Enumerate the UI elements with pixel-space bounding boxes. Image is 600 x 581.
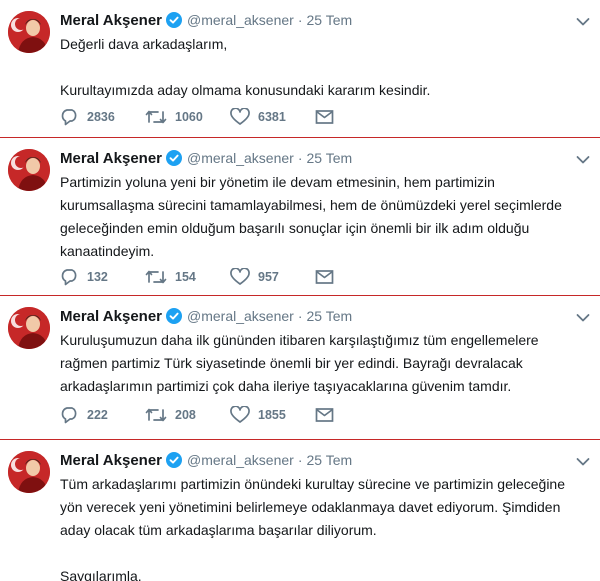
- tweet[interactable]: Meral Akşener @meral_aksener · 25 Tem Ku…: [0, 296, 600, 440]
- tweet-paragraph: kurumsallaşma sürecini tamamlayabilmesi,…: [60, 197, 562, 213]
- avatar[interactable]: [8, 451, 50, 493]
- tweet-text: Tüm arkadaşlarımı partimizin önündeki ku…: [60, 473, 590, 581]
- tweet-header: Meral Akşener @meral_aksener · 25 Tem: [60, 306, 352, 326]
- separator-dot: ·: [297, 150, 303, 166]
- tweet-paragraph: yön verecek yeni yönetimini belirlemeye …: [60, 499, 561, 515]
- tweet-actions: 222 208 1855: [60, 406, 342, 424]
- tweet-text: Değerli dava arkadaşlarım, Kurultayımızd…: [60, 33, 590, 102]
- tweet-header: Meral Akşener @meral_aksener · 25 Tem: [60, 10, 352, 30]
- reply-button[interactable]: 2836: [60, 108, 145, 126]
- retweet-count: 154: [175, 270, 196, 284]
- heart-icon: [230, 268, 250, 285]
- user-name[interactable]: Meral Akşener: [60, 452, 162, 469]
- direct-message-button[interactable]: [315, 269, 342, 285]
- like-button[interactable]: 957: [230, 268, 315, 286]
- tweet[interactable]: Meral Akşener @meral_aksener · 25 Tem Pa…: [0, 138, 600, 296]
- envelope-icon: [315, 270, 334, 284]
- avatar[interactable]: [8, 11, 50, 53]
- retweet-count: 1060: [175, 110, 203, 124]
- user-name[interactable]: Meral Akşener: [60, 150, 162, 167]
- tweet-date[interactable]: 25 Tem: [306, 308, 352, 324]
- direct-message-button[interactable]: [315, 407, 342, 423]
- like-count: 957: [258, 270, 279, 284]
- heart-icon: [230, 108, 250, 125]
- verified-badge-icon: [166, 12, 182, 28]
- tweet-paragraph: Kuruluşumuzun daha ilk gününden itibaren…: [60, 332, 539, 348]
- reply-button[interactable]: 222: [60, 406, 145, 424]
- envelope-icon: [315, 110, 334, 124]
- verified-badge-icon: [166, 150, 182, 166]
- reply-icon: [61, 109, 77, 126]
- tweet[interactable]: Meral Akşener @meral_aksener · 25 Tem Tü…: [0, 440, 600, 581]
- tweet-actions: 132 154 957: [60, 268, 342, 286]
- retweet-icon: [145, 110, 167, 124]
- retweet-button[interactable]: 1060: [145, 108, 230, 126]
- direct-message-button[interactable]: [315, 109, 342, 125]
- like-button[interactable]: 6381: [230, 108, 315, 126]
- tweet-paragraph: Değerli dava arkadaşlarım,: [60, 36, 228, 52]
- retweet-icon: [145, 408, 167, 422]
- like-button[interactable]: 1855: [230, 406, 315, 424]
- like-count: 1855: [258, 408, 286, 422]
- retweet-button[interactable]: 208: [145, 406, 230, 424]
- verified-badge-icon: [166, 308, 182, 324]
- tweet-feed: Meral Akşener @meral_aksener · 25 Tem De…: [0, 0, 600, 581]
- reply-button[interactable]: 132: [60, 268, 145, 286]
- tweet-paragraph: kanaatindeyim.: [60, 243, 155, 259]
- retweet-button[interactable]: 154: [145, 268, 230, 286]
- chevron-down-icon[interactable]: [576, 152, 590, 164]
- user-name[interactable]: Meral Akşener: [60, 12, 162, 29]
- reply-count: 222: [87, 408, 108, 422]
- avatar[interactable]: [8, 307, 50, 349]
- separator-dot: ·: [297, 452, 303, 468]
- tweet-paragraph: arkadaşlarımın partimizi çok daha ileriy…: [60, 378, 512, 394]
- tweet-paragraph: Partimizin yoluna yeni bir yönetim ile d…: [60, 174, 495, 190]
- tweet-paragraph: rağmen partimiz Türk siyasetinde önemli …: [60, 355, 523, 371]
- tweet[interactable]: Meral Akşener @meral_aksener · 25 Tem De…: [0, 0, 600, 138]
- user-handle: @meral_aksener: [187, 452, 294, 468]
- separator-dot: ·: [297, 12, 303, 28]
- retweet-count: 208: [175, 408, 196, 422]
- user-handle: @meral_aksener: [187, 12, 294, 28]
- tweet-header: Meral Akşener @meral_aksener · 25 Tem: [60, 450, 352, 470]
- tweet-paragraph: Saygılarımla.: [60, 568, 142, 581]
- tweet-paragraph: Tüm arkadaşlarımı partimizin önündeki ku…: [60, 476, 566, 492]
- reply-count: 2836: [87, 110, 115, 124]
- chevron-down-icon[interactable]: [576, 454, 590, 466]
- chevron-down-icon[interactable]: [576, 14, 590, 26]
- avatar[interactable]: [8, 149, 50, 191]
- envelope-icon: [315, 408, 334, 422]
- user-name[interactable]: Meral Akşener: [60, 308, 162, 325]
- heart-icon: [230, 406, 250, 423]
- tweet-date[interactable]: 25 Tem: [306, 452, 352, 468]
- tweet-text: Partimizin yoluna yeni bir yönetim ile d…: [60, 171, 590, 263]
- user-handle: @meral_aksener: [187, 308, 294, 324]
- tweet-text: Kuruluşumuzun daha ilk gününden itibaren…: [60, 329, 590, 398]
- reply-icon: [61, 407, 77, 424]
- verified-badge-icon: [166, 452, 182, 468]
- chevron-down-icon[interactable]: [576, 310, 590, 322]
- separator-dot: ·: [297, 308, 303, 324]
- tweet-paragraph: aday olacak tüm arkadaşlarıma başarılar …: [60, 522, 377, 538]
- tweet-date[interactable]: 25 Tem: [306, 12, 352, 28]
- reply-count: 132: [87, 270, 108, 284]
- tweet-paragraph: Kurultayımızda aday olmama konusundaki k…: [60, 82, 431, 98]
- tweet-date[interactable]: 25 Tem: [306, 150, 352, 166]
- retweet-icon: [145, 270, 167, 284]
- like-count: 6381: [258, 110, 286, 124]
- reply-icon: [61, 269, 77, 286]
- tweet-header: Meral Akşener @meral_aksener · 25 Tem: [60, 148, 352, 168]
- tweet-paragraph: geleceğinden emin olduğum başarılı sonuç…: [60, 220, 530, 236]
- user-handle: @meral_aksener: [187, 150, 294, 166]
- tweet-actions: 2836 1060 6381: [60, 108, 342, 126]
